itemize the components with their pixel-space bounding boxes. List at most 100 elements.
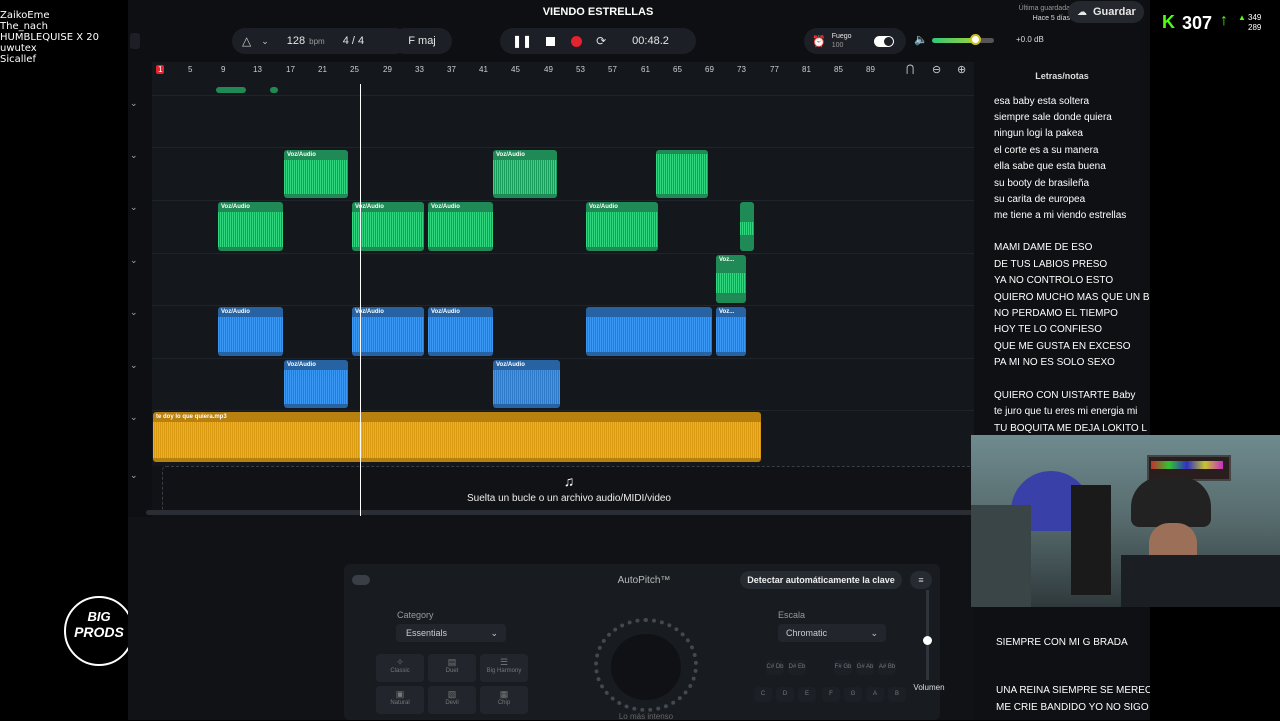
chevron-down-icon[interactable]: ⌄: [130, 202, 138, 213]
chat-overlay: ZaikoEme The_nach HUMBLEQUISE X 20 uwute…: [0, 10, 128, 65]
audio-clip[interactable]: Voz...: [716, 255, 746, 303]
preset-big-harmony[interactable]: ☰ Big Harmony: [480, 654, 528, 682]
key-f-sharp[interactable]: F# Gb: [834, 660, 852, 675]
lyrics-panel[interactable]: Letras/notas esa baby esta soltera siemp…: [974, 62, 1150, 720]
chevron-down-icon[interactable]: ⌄: [130, 470, 138, 481]
track-lane: [152, 359, 974, 411]
audio-clip[interactable]: Voz/Audio: [352, 202, 424, 251]
stop-button[interactable]: [546, 36, 556, 46]
scale-select[interactable]: Chromatic ⌄: [778, 624, 886, 642]
lyric-line: su booty de brasileña: [994, 178, 1090, 189]
preset-duet[interactable]: ▤ Duet: [428, 654, 476, 682]
preset-natural[interactable]: ▣ Natural: [376, 686, 424, 714]
key-g[interactable]: G: [844, 687, 862, 702]
key-f[interactable]: F: [822, 687, 840, 702]
lyric-line: ME CRIE BANDIDO YO NO SIGO L: [996, 702, 1150, 713]
preset-chip[interactable]: ▦ Chip: [480, 686, 528, 714]
speaker-icon[interactable]: 🔈: [914, 33, 928, 46]
record-button[interactable]: [571, 35, 583, 47]
save-button[interactable]: ☁ Guardar: [1068, 1, 1144, 23]
chevron-down-icon[interactable]: ⌄: [130, 150, 138, 161]
track-area[interactable]: Voz/Audio Voz/Audio Voz/Audio Voz/Audio …: [152, 80, 974, 466]
audio-clip[interactable]: [656, 150, 708, 198]
track-lane: [152, 96, 974, 148]
audio-clip[interactable]: Voz/Audio: [218, 202, 283, 251]
volume-control: 🔈 +0.0 dB: [914, 32, 1054, 50]
key-g-sharp[interactable]: G# Ab: [856, 660, 874, 675]
audio-clip[interactable]: Voz/Audio: [352, 307, 424, 356]
fx-toggle[interactable]: [873, 35, 894, 47]
key-e[interactable]: E: [798, 687, 816, 702]
scale-label: Escala: [778, 610, 806, 620]
ruler-tick: 89: [866, 65, 875, 74]
key-a-sharp[interactable]: A# Bb: [878, 660, 896, 675]
audio-clip[interactable]: Voz/Audio: [493, 150, 557, 198]
audio-clip[interactable]: Voz...: [716, 307, 746, 356]
lyric-line: TU BOQUITA ME DEJA LOKITO L: [994, 423, 1147, 434]
zoom-out-icon[interactable]: ⊖: [932, 63, 941, 76]
chevron-down-icon[interactable]: ⌄: [261, 36, 269, 47]
detect-key-button[interactable]: Detectar automáticamente la clave: [740, 571, 902, 589]
metronome-icon[interactable]: △: [242, 34, 251, 48]
magnet-icon[interactable]: ⋂: [906, 64, 914, 75]
ruler-tick: 45: [511, 65, 520, 74]
audio-clip[interactable]: [740, 202, 754, 251]
time-display: 00:48.2: [632, 35, 669, 47]
song-title: VIENDO ESTRELLAS: [542, 6, 654, 18]
chip-icon: ▦: [499, 689, 509, 699]
save-status: Última guardada Hace 5 días: [1018, 5, 1070, 22]
chevron-down-icon[interactable]: ⌄: [130, 360, 138, 371]
pause-button[interactable]: ❚❚: [512, 34, 532, 48]
audio-clip-mp3[interactable]: te doy lo que quiera.mp3: [153, 412, 761, 462]
horizontal-scrollbar[interactable]: [146, 510, 974, 515]
timeline-ruler[interactable]: 1 5 9 13 17 21 25 29 33 37 41 45 49 53 5…: [152, 62, 974, 80]
loop-icon[interactable]: ⟳: [596, 34, 606, 48]
key-d-sharp[interactable]: D# Eb: [788, 660, 806, 675]
audio-clip[interactable]: [216, 87, 246, 93]
key-selector[interactable]: F maj: [392, 28, 452, 54]
chevron-down-icon[interactable]: ⌄: [130, 255, 138, 266]
preset-devil[interactable]: ▧ Devil: [428, 686, 476, 714]
category-select[interactable]: Essentials ⌄: [396, 624, 506, 642]
playhead[interactable]: [360, 84, 361, 516]
menu-icon[interactable]: [130, 33, 140, 49]
zoom-in-icon[interactable]: ⊕: [957, 63, 966, 76]
fader-knob[interactable]: [923, 636, 932, 645]
chevron-down-icon[interactable]: ⌄: [130, 412, 138, 423]
alarm-icon: ⏰: [812, 35, 826, 48]
bpm-value[interactable]: 128: [287, 35, 305, 47]
autopitch-title: AutoPitch™: [617, 575, 671, 586]
audio-clip[interactable]: Voz/Audio: [428, 202, 493, 251]
lyric-line: me tiene a mi viendo estrellas: [994, 210, 1127, 221]
chat-line: Sicallef: [0, 54, 36, 65]
autopitch-toggle[interactable]: [352, 575, 370, 585]
time-signature[interactable]: 4 / 4: [343, 35, 364, 47]
track-lane: [152, 148, 974, 201]
audio-clip[interactable]: Voz/Audio: [428, 307, 493, 356]
key-a[interactable]: A: [866, 687, 884, 702]
ruler-tick: 57: [608, 65, 617, 74]
dropzone[interactable]: ♫ Suelta un bucle o un archivo audio/MID…: [162, 466, 976, 512]
intensity-knob[interactable]: [594, 618, 698, 712]
ruler-tick: 21: [318, 65, 327, 74]
chat-line: uwutex: [0, 43, 37, 54]
volume-slider[interactable]: [932, 38, 994, 43]
key-c-sharp[interactable]: C# Db: [766, 660, 784, 675]
audio-clip[interactable]: Voz/Audio: [493, 360, 560, 408]
chevron-down-icon[interactable]: ⌄: [130, 307, 138, 318]
webcam-overlay: [971, 435, 1280, 607]
audio-clip[interactable]: Voz/Audio: [284, 150, 348, 198]
audio-clip[interactable]: Voz/Audio: [284, 360, 348, 408]
volume-fader[interactable]: [923, 590, 932, 680]
key-d[interactable]: D: [776, 687, 794, 702]
chevron-down-icon[interactable]: ⌄: [130, 98, 138, 109]
audio-clip[interactable]: Voz/Audio: [218, 307, 283, 356]
audio-clip[interactable]: [270, 87, 278, 93]
key-c[interactable]: C: [754, 687, 772, 702]
audio-clip[interactable]: [586, 307, 712, 356]
ruler-tick: 53: [576, 65, 585, 74]
preset-classic[interactable]: ✧ Classic: [376, 654, 424, 682]
volume-knob[interactable]: [970, 34, 981, 45]
settings-sliders-icon[interactable]: ≡: [910, 571, 932, 589]
audio-clip[interactable]: Voz/Audio: [586, 202, 658, 251]
